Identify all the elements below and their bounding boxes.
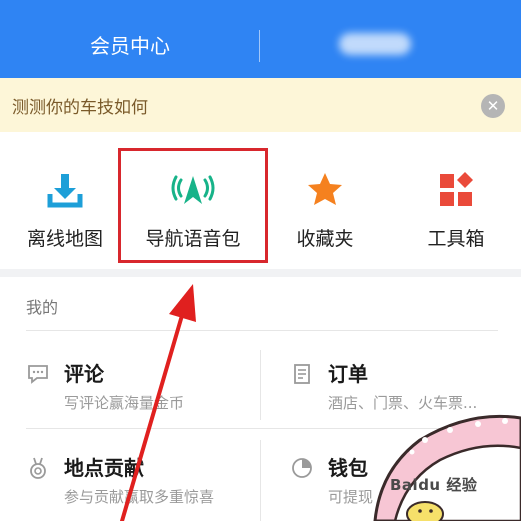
tool-label: 离线地图 [26, 228, 103, 250]
vertical-divider [260, 440, 261, 521]
medal-icon [30, 457, 46, 479]
download-icon [47, 174, 83, 208]
divider-line [26, 330, 498, 331]
tab-member-center-label: 会员中心 [90, 33, 170, 58]
banner-text: 测测你的车技如何 [12, 97, 148, 118]
vertical-divider [260, 350, 261, 420]
watermark-text: Baidu 经验 [390, 476, 478, 494]
tool-offline-map[interactable]: 离线地图 [0, 140, 130, 266]
tool-label: 导航语音包 [145, 228, 241, 250]
item-subtitle: 可提现 [328, 488, 374, 506]
list-item-contribution[interactable]: 地点贡献 参与贡献赢取多重惊喜 [26, 452, 256, 521]
item-title: 订单 [328, 362, 368, 386]
item-subtitle: 酒店、门票、火车票... [328, 394, 478, 412]
tool-label: 工具箱 [427, 228, 485, 250]
voice-navigation-icon [171, 175, 215, 204]
wallet-icon [292, 458, 312, 478]
blurred-text [339, 33, 411, 55]
order-icon [294, 364, 310, 384]
section-separator [0, 269, 521, 277]
promo-banner[interactable]: 测测你的车技如何 ✕ [0, 78, 521, 132]
item-subtitle: 参与贡献赢取多重惊喜 [64, 488, 215, 506]
tool-voice-pack[interactable]: 导航语音包 [128, 140, 258, 266]
tab-member-center[interactable]: 会员中心 [40, 24, 220, 64]
item-title: 评论 [64, 362, 104, 386]
item-subtitle: 写评论赢海量金币 [64, 394, 185, 412]
close-icon[interactable]: ✕ [481, 94, 505, 118]
tool-label: 收藏夹 [296, 228, 354, 250]
toolbox-icon [440, 172, 473, 206]
comment-icon [28, 365, 48, 384]
tool-toolbox[interactable]: 工具箱 [391, 140, 521, 266]
item-title: 钱包 [328, 456, 368, 480]
list-item-comment[interactable]: 评论 写评论赢海量金币 [26, 358, 256, 438]
item-title: 地点贡献 [64, 456, 144, 480]
section-title-mine: 我的 [26, 298, 59, 317]
tab-blurred[interactable] [330, 24, 420, 64]
header-bar: 会员中心 [0, 0, 521, 78]
tools-row: 离线地图 导航语音包 收藏夹 工具箱 [0, 140, 521, 266]
tool-favorites[interactable]: 收藏夹 [260, 140, 390, 266]
header-divider [259, 30, 260, 62]
list-item-orders[interactable]: 订单 酒店、门票、火车票... [290, 358, 520, 438]
star-icon [308, 173, 342, 205]
